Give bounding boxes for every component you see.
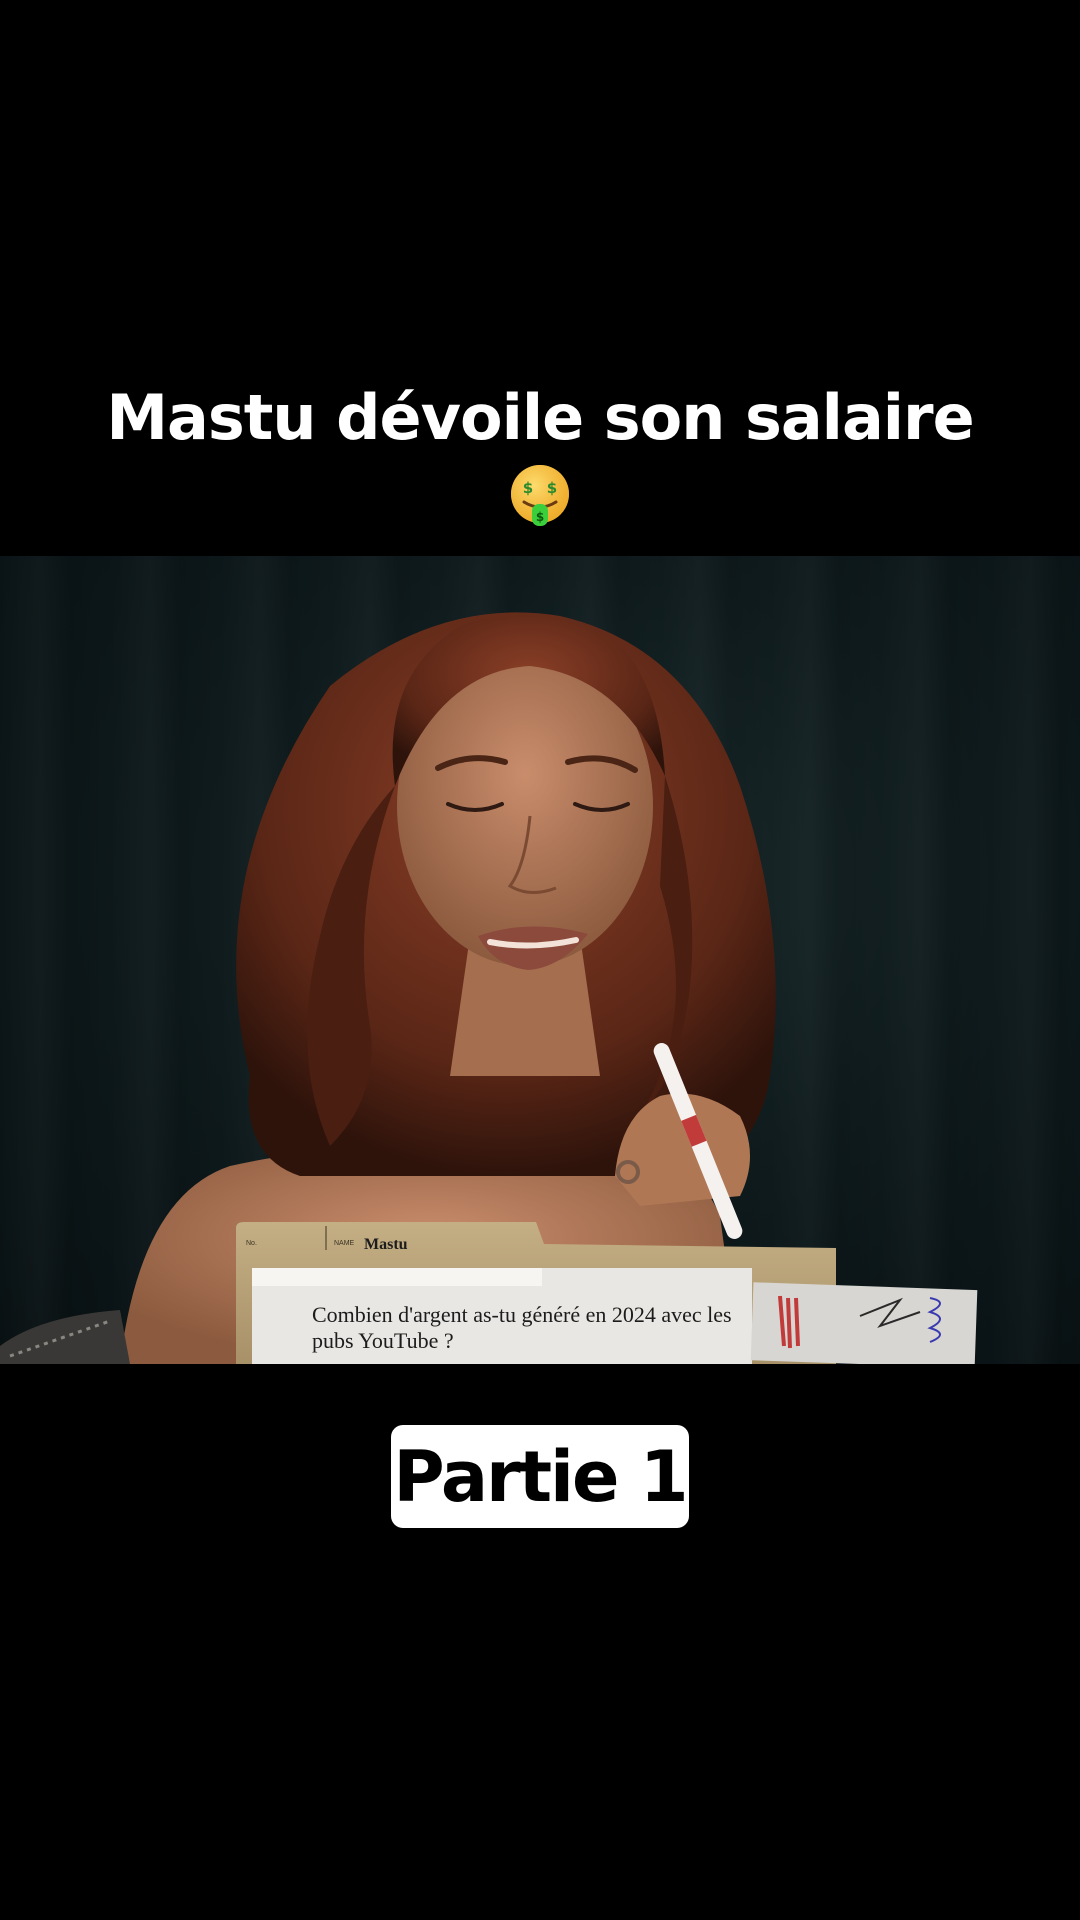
- part-badge: Partie 1: [391, 1425, 689, 1528]
- video-frame[interactable]: No. NAME Mastu Combien d'argent as-tu gé…: [0, 556, 1080, 1364]
- svg-text:$: $: [547, 479, 557, 497]
- interview-scene-illustration: [0, 612, 978, 1364]
- folder-number-label: No.: [246, 1240, 257, 1247]
- svg-text:$: $: [523, 479, 533, 497]
- video-caption-title: Mastu dévoile son salaire: [106, 381, 974, 454]
- folder-name: Mastu: [364, 1236, 408, 1253]
- folder-name-label: NAME: [334, 1240, 355, 1247]
- svg-text:$: $: [536, 510, 544, 524]
- question-card-text: Combien d'argent as-tu généré en 2024 av…: [312, 1302, 732, 1353]
- money-mouth-face-icon: $ $ $: [511, 465, 569, 526]
